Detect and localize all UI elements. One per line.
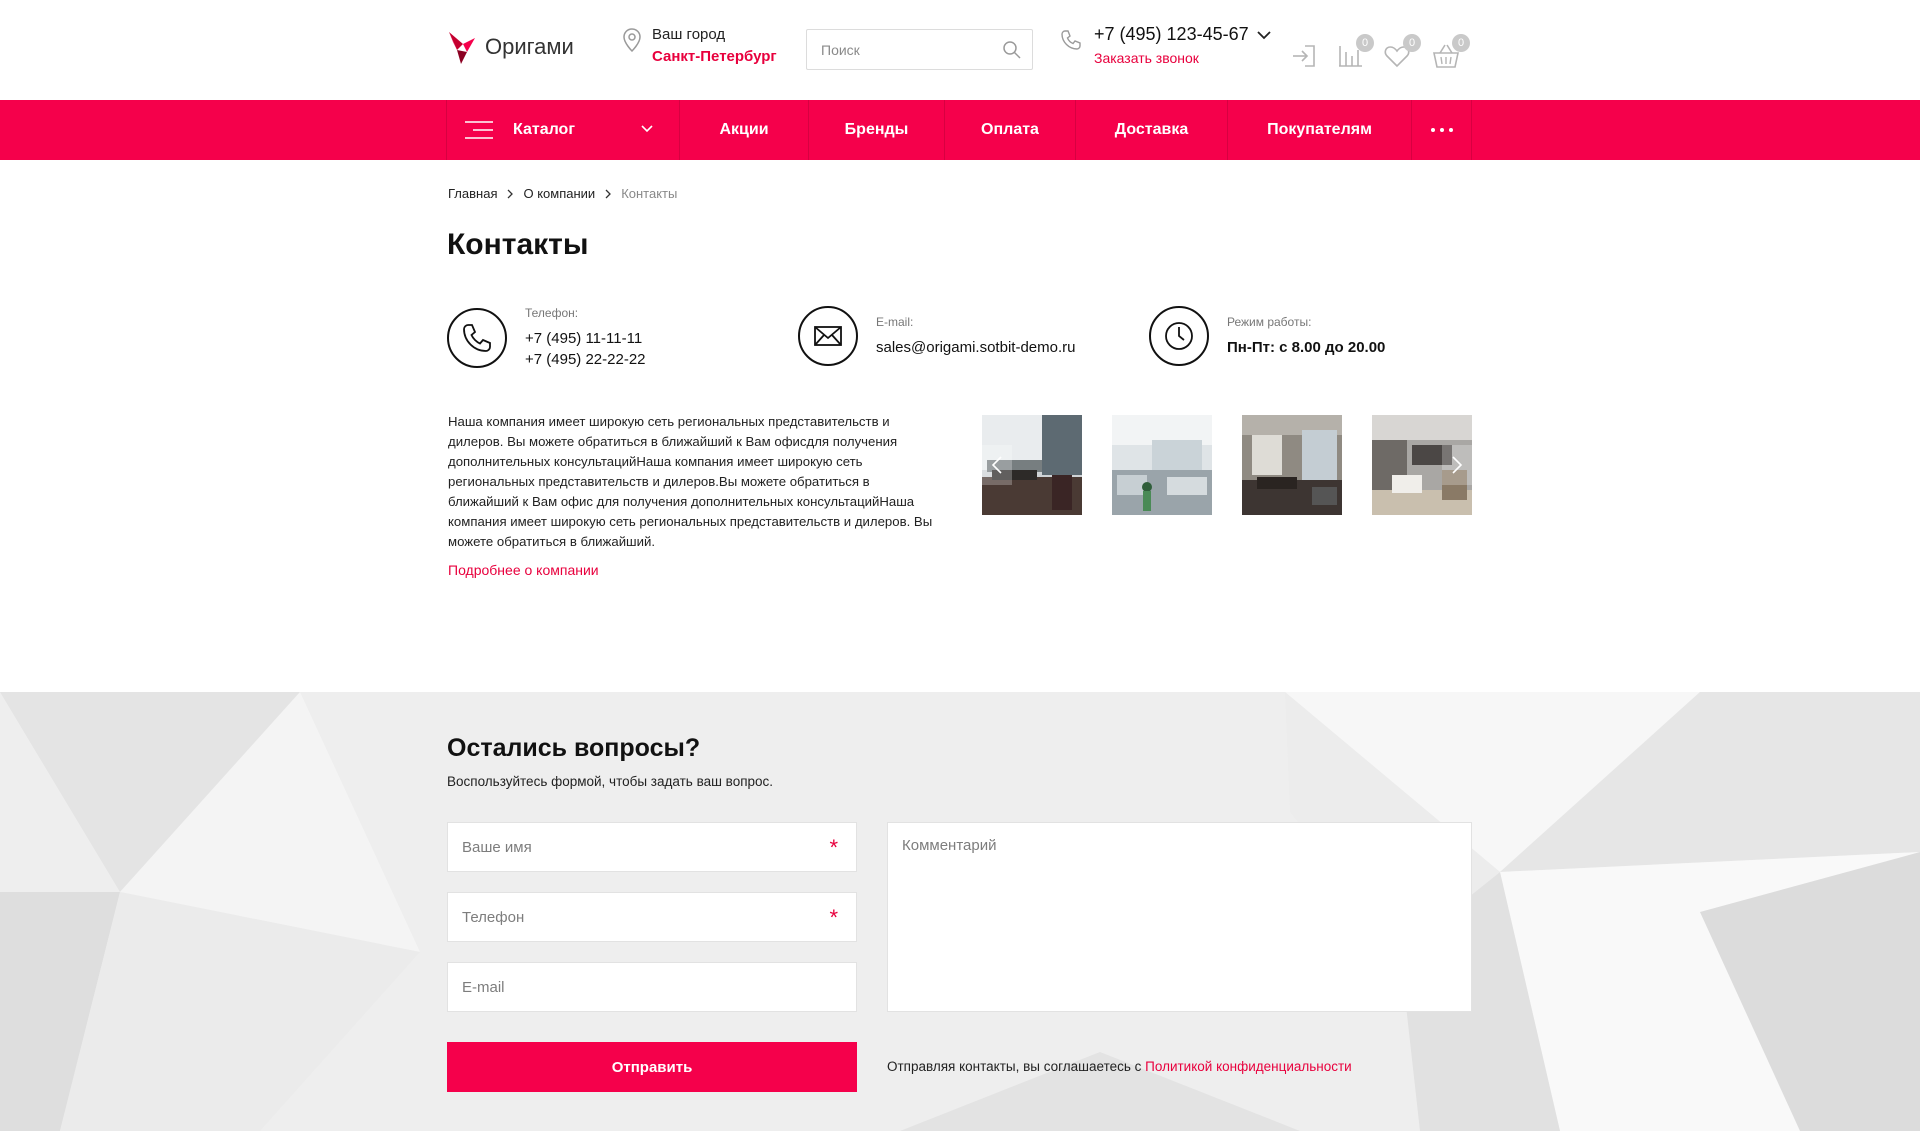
contact-hours-block: Режим работы: Пн-Пт: с 8.00 до 20.00 [1149, 306, 1385, 366]
breadcrumb-about[interactable]: О компании [523, 186, 595, 201]
phone-field: * [447, 892, 857, 942]
phone-label: Телефон: [525, 306, 579, 320]
nav-item-payment[interactable]: Оплата [945, 100, 1076, 160]
office-gallery [982, 415, 1472, 515]
gallery-next-button[interactable] [1442, 445, 1472, 485]
logo-text: Оригами [485, 34, 574, 59]
header-phone[interactable]: +7 (495) 123-45-67 [1094, 24, 1271, 45]
name-input[interactable] [448, 823, 808, 871]
office-photo-1[interactable] [982, 415, 1082, 515]
name-field: * [447, 822, 857, 872]
search-box [806, 29, 1033, 70]
phone-circle [447, 308, 507, 368]
envelope-icon [814, 326, 842, 346]
office-photo-3-image [1242, 415, 1342, 515]
chevron-down-icon [641, 125, 653, 133]
callback-link[interactable]: Заказать звонок [1094, 50, 1199, 66]
email-label: E-mail: [876, 314, 914, 329]
chevron-right-icon [1452, 456, 1463, 474]
favorites-button[interactable]: 0 [1383, 34, 1421, 70]
location-pin-icon [623, 28, 641, 52]
policy-notice: Отправляя контакты, вы соглашаетесь с По… [887, 1059, 1352, 1074]
about-more-link[interactable]: Подробнее о компании [448, 562, 599, 578]
login-icon[interactable] [1290, 42, 1318, 70]
form-subtitle: Воспользуйтесь формой, чтобы задать ваш … [447, 774, 774, 789]
page-title: Контакты [447, 228, 589, 261]
city-value[interactable]: Санкт-Петербург [652, 46, 777, 68]
hours-value: Пн-Пт: с 8.00 до 20.00 [1227, 338, 1386, 356]
hours-circle [1149, 306, 1209, 366]
policy-link[interactable]: Политикой конфиденциальности [1145, 1059, 1352, 1074]
gallery-prev-button[interactable] [982, 445, 1012, 485]
required-mark: * [829, 835, 838, 860]
email-field [447, 962, 857, 1012]
breadcrumb-home[interactable]: Главная [448, 186, 497, 201]
comment-field [887, 822, 1472, 1012]
compare-count-badge: 0 [1356, 34, 1374, 52]
phone-number-1[interactable]: +7 (495) 11-11-11 [525, 328, 646, 349]
search-icon[interactable] [1002, 40, 1022, 60]
phone-icon [1061, 30, 1081, 50]
compare-button[interactable]: 0 [1336, 34, 1374, 70]
phone-number-2[interactable]: +7 (495) 22-22-22 [525, 349, 646, 370]
main-nav: Каталог Акции Бренды Оплата Доставка Пок… [0, 100, 1920, 160]
nav-item-customers[interactable]: Покупателям [1228, 100, 1412, 160]
about-text: Наша компания имеет широкую сеть региона… [448, 414, 933, 549]
nav-more-button[interactable] [1412, 100, 1472, 160]
city-label: Ваш город [652, 26, 726, 43]
city-selector[interactable]: Ваш город Санкт-Петербург [622, 24, 777, 68]
nav-item-brands[interactable]: Бренды [809, 100, 945, 160]
nav-item-delivery[interactable]: Доставка [1076, 100, 1228, 160]
breadcrumb: Главная О компании Контакты [448, 186, 677, 201]
contact-phone-block: Телефон: +7 (495) 11-11-11 +7 (495) 22-2… [447, 306, 646, 370]
hours-label: Режим работы: [1227, 314, 1312, 329]
nav-catalog-label: Каталог [513, 121, 575, 138]
email-value[interactable]: sales@origami.sotbit-demo.ru [876, 337, 1075, 358]
phone-input[interactable] [448, 893, 808, 941]
office-photo-2-image [1112, 415, 1212, 515]
chevron-down-icon[interactable] [1256, 30, 1271, 40]
feedback-section: Остались вопросы? Воспользуйтесь формой,… [0, 692, 1920, 1131]
search-input[interactable] [807, 30, 987, 69]
breadcrumb-current: Контакты [621, 186, 678, 201]
cart-button[interactable]: 0 [1432, 34, 1470, 70]
office-photo-2[interactable] [1112, 415, 1212, 515]
chevron-right-icon [605, 189, 612, 198]
comment-textarea[interactable] [888, 823, 1471, 1011]
chevron-right-icon [508, 189, 514, 198]
favorites-count-badge: 0 [1403, 34, 1421, 52]
menu-icon [465, 121, 493, 139]
submit-button[interactable]: Отправить [447, 1042, 857, 1092]
origami-bird-icon [449, 32, 475, 64]
office-photo-4[interactable] [1372, 415, 1472, 515]
phone-icon [463, 324, 491, 352]
required-mark: * [829, 905, 838, 930]
header-phone-number: +7 (495) 123-45-67 [1094, 24, 1249, 44]
nav-item-promotions[interactable]: Акции [680, 100, 809, 160]
policy-text: Отправляя контакты, вы соглашаетесь с [887, 1059, 1146, 1074]
office-photo-3[interactable] [1242, 415, 1342, 515]
more-dots-icon [1430, 128, 1453, 132]
chevron-left-icon [991, 456, 1002, 474]
site-header: Оригами Ваш город Санкт-Петербург +7 (49… [0, 0, 1920, 100]
form-title: Остались вопросы? [447, 734, 701, 762]
cart-count-badge: 0 [1452, 34, 1470, 52]
logo[interactable]: Оригами [447, 28, 574, 66]
email-circle [798, 306, 858, 366]
nav-catalog[interactable]: Каталог [446, 100, 680, 160]
contact-email-block: E-mail: sales@origami.sotbit-demo.ru [798, 306, 1075, 366]
email-input[interactable] [448, 963, 808, 1011]
clock-icon [1165, 322, 1193, 350]
